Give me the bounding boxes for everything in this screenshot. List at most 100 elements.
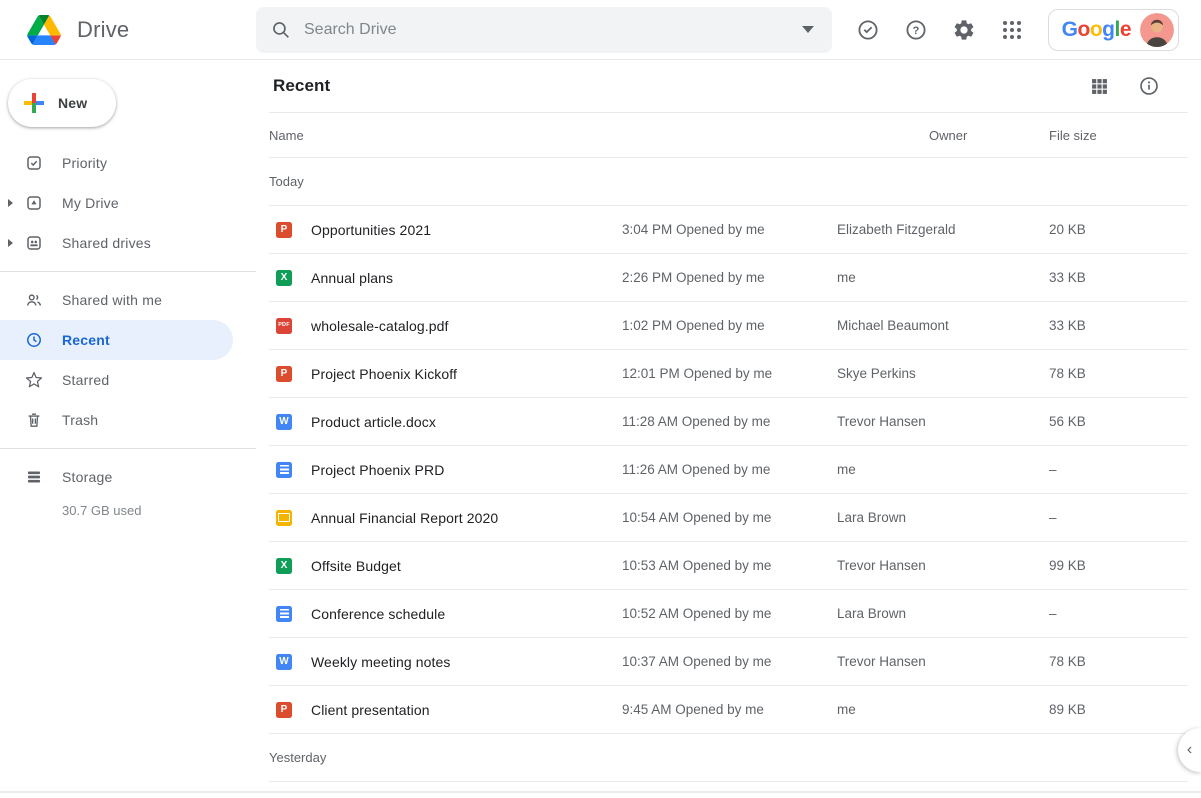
file-row[interactable]: X Annual plans 2:26 PM Opened by me me 3… (269, 254, 1188, 302)
google-account-badge[interactable]: Google (1048, 9, 1179, 51)
file-owner: Trevor Hansen (837, 558, 1049, 573)
file-opened: 12:01 PM Opened by me (622, 366, 837, 381)
trash-icon (25, 411, 43, 429)
search-input[interactable] (304, 21, 802, 39)
file-owner: Michael Beaumont (837, 318, 1049, 333)
search-options-caret-icon[interactable] (802, 26, 814, 33)
shared-drives-icon (25, 234, 43, 252)
file-name: Annual plans (311, 270, 622, 286)
my-drive-icon (25, 194, 43, 212)
storage-icon (25, 468, 43, 486)
file-opened: 11:26 AM Opened by me (622, 462, 837, 477)
file-owner: me (837, 462, 1049, 477)
sidebar-item-shared-drives[interactable]: Shared drives (0, 223, 256, 263)
file-size: 33 KB (1049, 270, 1188, 285)
priority-icon (25, 154, 43, 172)
google-logo: Google (1062, 19, 1131, 40)
star-icon (25, 371, 43, 389)
main-content: Recent (256, 60, 1201, 797)
file-name: Opportunities 2021 (311, 222, 622, 238)
file-name: Annual Financial Report 2020 (311, 510, 622, 526)
file-row[interactable]: X Offsite Budget 10:53 AM Opened by me T… (269, 542, 1188, 590)
column-header-name[interactable]: Name (269, 128, 929, 143)
expand-caret-icon[interactable] (8, 239, 13, 247)
drive-logo[interactable]: Drive (0, 15, 256, 45)
help-icon: ? (904, 18, 928, 42)
file-opened: 10:52 AM Opened by me (622, 606, 837, 621)
file-opened: 3:04 PM Opened by me (622, 222, 837, 237)
file-opened: 10:53 AM Opened by me (622, 558, 837, 573)
file-row[interactable]: W Weekly meeting notes 10:37 AM Opened b… (269, 638, 1188, 686)
sidebar-divider (0, 271, 256, 272)
chevron-left-icon: ‹ (1187, 741, 1192, 759)
file-row[interactable]: Project Phoenix PRD 11:26 AM Opened by m… (269, 446, 1188, 494)
avatar[interactable] (1140, 13, 1174, 47)
sidebar-item-label: Storage (62, 469, 112, 485)
file-type-icon: X (276, 558, 292, 574)
details-button[interactable] (1137, 74, 1161, 98)
file-owner: Skye Perkins (837, 366, 1049, 381)
file-type-icon: P (276, 702, 292, 718)
drive-logo-icon (27, 15, 61, 45)
file-type-icon: W (276, 654, 292, 670)
sidebar-item-priority[interactable]: Priority (0, 143, 256, 183)
file-type-icon (276, 606, 292, 622)
page-title: Recent (273, 76, 330, 96)
file-row[interactable]: P Opportunities 2021 3:04 PM Opened by m… (269, 206, 1188, 254)
file-opened: 9:45 AM Opened by me (622, 702, 837, 717)
sidebar-item-starred[interactable]: Starred (0, 360, 256, 400)
storage-used: 30.7 GB used (0, 503, 256, 518)
sidebar-item-shared-with-me[interactable]: Shared with me (0, 280, 256, 320)
file-opened: 11:28 AM Opened by me (622, 414, 837, 429)
svg-text:?: ? (912, 25, 919, 37)
gear-icon (952, 18, 976, 42)
offline-status-button[interactable] (856, 18, 880, 42)
settings-button[interactable] (952, 18, 976, 42)
file-size: 20 KB (1049, 222, 1188, 237)
sidebar-item-label: Recent (62, 332, 110, 348)
search-bar[interactable] (256, 7, 832, 53)
column-header-owner: Owner (929, 128, 1049, 143)
file-name: Client presentation (311, 702, 622, 718)
sidebar-item-trash[interactable]: Trash (0, 400, 256, 440)
sidebar-item-label: My Drive (62, 195, 119, 211)
file-type-icon (276, 462, 292, 478)
file-owner: Trevor Hansen (837, 414, 1049, 429)
sidebar-item-label: Starred (62, 372, 109, 388)
file-row[interactable]: W Product article.docx 11:28 AM Opened b… (269, 398, 1188, 446)
sidebar: New Priority My Drive Sha (0, 60, 256, 797)
expand-caret-icon[interactable] (8, 199, 13, 207)
file-name: wholesale-catalog.pdf (311, 318, 622, 334)
sidebar-item-label: Trash (62, 412, 98, 428)
new-button[interactable]: New (8, 79, 116, 127)
sidebar-divider (0, 448, 256, 449)
file-size: 89 KB (1049, 702, 1188, 717)
file-opened: 2:26 PM Opened by me (622, 270, 837, 285)
file-row[interactable]: P Project Phoenix Kickoff 12:01 PM Opene… (269, 350, 1188, 398)
file-owner: Trevor Hansen (837, 654, 1049, 669)
help-button[interactable]: ? (904, 18, 928, 42)
info-icon (1138, 75, 1160, 97)
file-row[interactable]: PDF wholesale-catalog.pdf 1:02 PM Opened… (269, 302, 1188, 350)
google-apps-button[interactable] (1000, 18, 1024, 42)
file-size: 78 KB (1049, 654, 1188, 669)
file-row[interactable]: P Client presentation 9:45 AM Opened by … (269, 686, 1188, 734)
file-type-icon: W (276, 414, 292, 430)
file-size: – (1049, 462, 1188, 477)
file-size: – (1049, 606, 1188, 621)
file-owner: me (837, 702, 1049, 717)
apps-grid-icon (1000, 18, 1024, 42)
sidebar-item-label: Shared with me (62, 292, 162, 308)
file-row[interactable]: Annual Financial Report 2020 10:54 AM Op… (269, 494, 1188, 542)
sidebar-item-my-drive[interactable]: My Drive (0, 183, 256, 223)
sidebar-item-label: Shared drives (62, 235, 151, 251)
file-opened: 10:37 AM Opened by me (622, 654, 837, 669)
grid-view-button[interactable] (1087, 74, 1111, 98)
file-name: Project Phoenix PRD (311, 462, 622, 478)
app-name: Drive (77, 17, 129, 43)
file-row[interactable]: Conference schedule 10:52 AM Opened by m… (269, 590, 1188, 638)
sidebar-item-recent[interactable]: Recent (0, 320, 233, 360)
sidebar-item-storage[interactable]: Storage (0, 457, 256, 497)
file-type-icon: P (276, 366, 292, 382)
file-size: 33 KB (1049, 318, 1188, 333)
